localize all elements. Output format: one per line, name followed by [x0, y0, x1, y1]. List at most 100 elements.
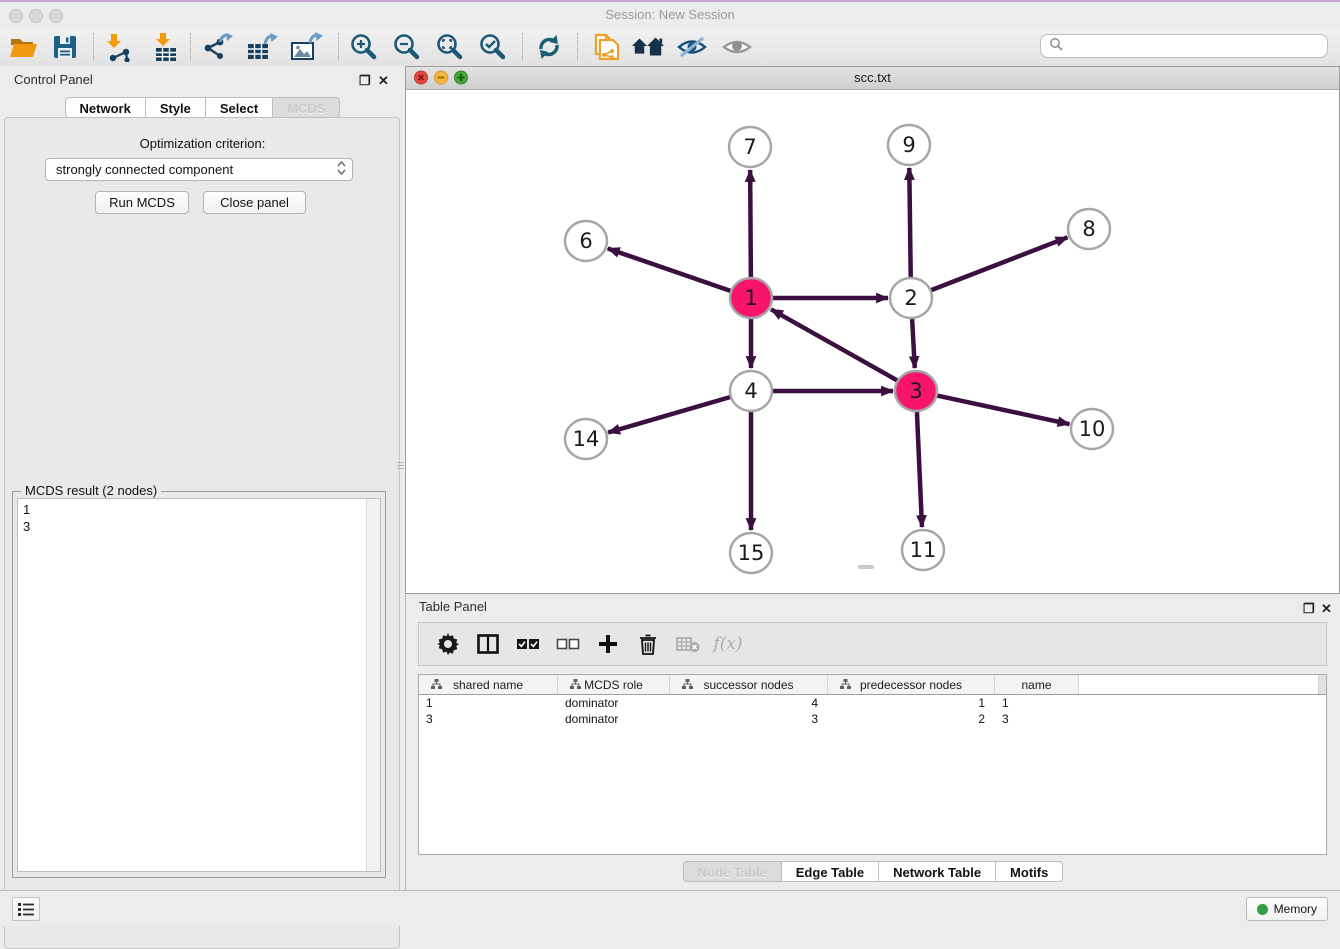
zoom-in-icon[interactable] [346, 31, 380, 63]
zoom-fit-icon[interactable] [432, 31, 466, 63]
graph-edge-2-3[interactable] [912, 319, 915, 368]
copy-document-icon[interactable] [588, 31, 622, 63]
cell-shared-name[interactable]: 3 [419, 711, 558, 727]
delete-column-trash-icon[interactable] [635, 631, 661, 657]
graph-node-7[interactable]: 7 [729, 127, 771, 167]
table-tab-edge-table[interactable]: Edge Table [782, 861, 879, 882]
cell-predecessor-nodes[interactable]: 2 [828, 711, 995, 727]
cell-mcds-role[interactable]: dominator [558, 695, 670, 711]
cell-shared-name[interactable]: 1 [419, 695, 558, 711]
save-icon[interactable] [48, 31, 82, 63]
cell-successor-nodes[interactable]: 3 [670, 711, 828, 727]
result-scrollbar[interactable] [366, 499, 380, 871]
column-header-predecessor-nodes[interactable]: predecessor nodes [828, 675, 995, 694]
eye-slash-icon[interactable] [675, 31, 709, 63]
graph-edge-3-10[interactable] [937, 395, 1070, 424]
graph-node-15[interactable]: 15 [730, 533, 772, 573]
graph-edge-3-1[interactable] [771, 309, 898, 380]
refresh-icon[interactable] [532, 31, 566, 63]
graph-edge-1-6[interactable] [608, 249, 731, 292]
graph-node-9[interactable]: 9 [888, 125, 930, 165]
home-icon[interactable] [631, 31, 665, 63]
graph-node-4[interactable]: 4 [730, 371, 772, 411]
cell-predecessor-nodes[interactable]: 1 [828, 695, 995, 711]
canvas-hscroll-thumb[interactable] [858, 565, 874, 569]
graph-node-14[interactable]: 14 [565, 419, 607, 459]
float-table-panel-icon[interactable]: ❐ [1303, 601, 1315, 617]
export-network-icon[interactable] [201, 31, 235, 63]
graph-node-6[interactable]: 6 [565, 221, 607, 261]
graph-edge-3-11[interactable] [917, 412, 922, 527]
graph-node-label-1: 1 [744, 286, 757, 310]
toolbar-separator [338, 33, 340, 61]
graph-node-label-9: 9 [902, 133, 915, 157]
graph-edge-4-14[interactable] [608, 397, 731, 433]
zoom-out-icon[interactable] [389, 31, 423, 63]
criterion-select[interactable]: strongly connected component [45, 158, 353, 181]
column-header-name[interactable]: name [995, 675, 1079, 694]
cell-successor-nodes[interactable]: 4 [670, 695, 828, 711]
close-panel-icon[interactable]: ✕ [378, 73, 389, 89]
cell-name[interactable]: 3 [995, 711, 1079, 727]
table-tab-motifs[interactable]: Motifs [996, 861, 1063, 882]
window-traffic-lights[interactable] [414, 70, 480, 85]
task-history-button[interactable] [12, 897, 40, 921]
network-graph-canvas[interactable]: 1 2 3 4 6 7 8 9 10 11 14 15 [406, 89, 1339, 593]
column-header-mcds-role[interactable]: MCDS role [558, 675, 670, 694]
graph-edge-1-7[interactable] [750, 170, 751, 277]
export-image-icon[interactable] [289, 31, 323, 63]
graph-node-1[interactable]: 1 [730, 278, 772, 318]
network-window-titlebar[interactable]: scc.txt [406, 67, 1339, 90]
graph-edge-2-9[interactable] [909, 168, 910, 277]
column-header-shared-name[interactable]: shared name [419, 675, 558, 694]
control-tab-style[interactable]: Style [146, 97, 206, 118]
function-builder-icon[interactable]: f(x) [715, 631, 741, 657]
delete-table-icon[interactable] [675, 631, 701, 657]
graph-node-label-11: 11 [910, 538, 937, 562]
graph-node-2[interactable]: 2 [890, 278, 932, 318]
import-network-icon[interactable] [101, 31, 135, 63]
mcds-result-area[interactable]: 1 3 [17, 498, 381, 872]
zoom-selected-icon[interactable] [475, 31, 509, 63]
table-row-1[interactable]: 1dominator411 [419, 695, 1326, 711]
panel-splitter-handle[interactable] [396, 452, 405, 478]
list-icon [17, 902, 35, 917]
deselect-all-rows-icon[interactable] [555, 631, 581, 657]
memory-button[interactable]: Memory [1246, 897, 1328, 921]
search-input[interactable] [1040, 34, 1328, 58]
graph-node-3[interactable]: 3 [895, 371, 937, 411]
cell-mcds-role[interactable]: dominator [558, 711, 670, 727]
app-close-button[interactable] [9, 9, 23, 23]
close-panel-button[interactable]: Close panel [203, 191, 306, 214]
run-mcds-button[interactable]: Run MCDS [95, 191, 189, 214]
table-row-2[interactable]: 3dominator323 [419, 711, 1326, 727]
app-minimize-button[interactable] [29, 9, 43, 23]
show-columns-icon[interactable] [475, 631, 501, 657]
table-tab-network-table[interactable]: Network Table [879, 861, 996, 882]
close-table-panel-icon[interactable]: ✕ [1321, 601, 1332, 617]
import-table-icon[interactable] [149, 31, 183, 63]
app-zoom-button[interactable] [49, 9, 63, 23]
open-folder-icon[interactable] [6, 31, 40, 63]
float-panel-icon[interactable]: ❐ [359, 73, 371, 89]
optimization-criterion-label: Optimization criterion: [0, 136, 405, 151]
graph-node-11[interactable]: 11 [902, 530, 944, 570]
graph-node-10[interactable]: 10 [1071, 409, 1113, 449]
cell-name[interactable]: 1 [995, 695, 1079, 711]
create-column-plus-icon[interactable] [595, 631, 621, 657]
select-all-rows-icon[interactable] [515, 631, 541, 657]
search-icon [1049, 37, 1063, 56]
eye-icon[interactable] [720, 31, 754, 63]
table-settings-gear-icon[interactable] [435, 631, 461, 657]
column-header-successor-nodes[interactable]: successor nodes [670, 675, 828, 694]
graph-node-label-7: 7 [743, 135, 756, 159]
control-tab-mcds[interactable]: MCDS [273, 97, 340, 118]
graph-edge-2-8[interactable] [931, 237, 1068, 290]
control-tab-select[interactable]: Select [206, 97, 273, 118]
graph-node-8[interactable]: 8 [1068, 209, 1110, 249]
table-tab-node-table[interactable]: Node Table [683, 861, 782, 882]
control-tab-network[interactable]: Network [65, 97, 146, 118]
graph-node-label-2: 2 [904, 286, 917, 310]
export-table-icon[interactable] [245, 31, 279, 63]
net-close-button [415, 71, 428, 84]
